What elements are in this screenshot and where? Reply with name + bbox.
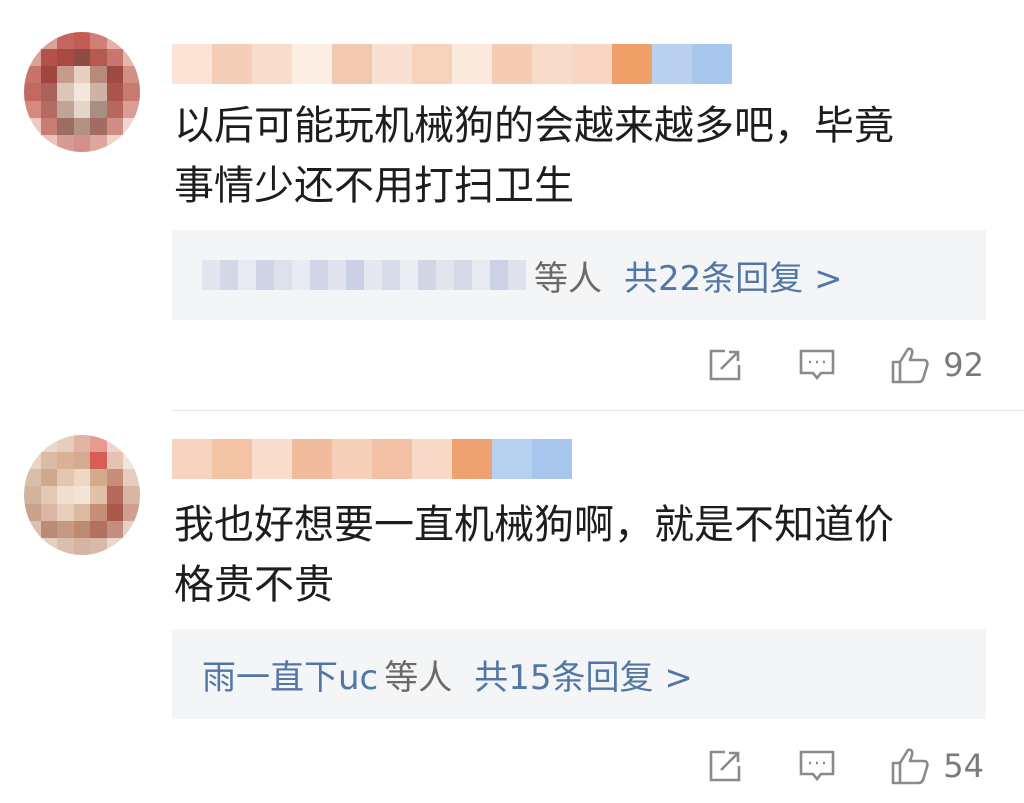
comment-text: 以后可能玩机械狗的会越来越多吧，毕竟 事情少还不用打扫卫生 — [174, 96, 974, 216]
comment-button[interactable] — [797, 345, 837, 385]
like-count: 92 — [943, 346, 984, 384]
comment-item: 以后可能玩机械狗的会越来越多吧，毕竟 事情少还不用打扫卫生 等人 共22条回复 … — [0, 0, 1024, 410]
avatar[interactable] — [24, 32, 140, 152]
username-blurred[interactable] — [172, 439, 572, 479]
share-icon — [709, 349, 741, 381]
comment-item: 我也好想要一直机械狗啊，就是不知道价 格贵不贵 雨一直下uc 等人 共15条回复… — [0, 411, 1024, 803]
comment-text: 我也好想要一直机械狗啊，就是不知道价 格贵不贵 — [174, 495, 974, 615]
reply-total-link[interactable]: 共15条回复 > — [474, 650, 693, 699]
reply-names[interactable]: 雨一直下uc — [202, 650, 378, 699]
like-button[interactable]: 54 — [889, 745, 984, 787]
comment-actions: 54 — [705, 741, 984, 791]
share-icon — [709, 750, 741, 782]
replies-summary[interactable]: 等人 共22条回复 > — [172, 230, 986, 320]
replies-summary[interactable]: 雨一直下uc 等人 共15条回复 > — [172, 629, 986, 719]
avatar[interactable] — [24, 435, 140, 555]
share-button[interactable] — [705, 345, 745, 385]
comment-icon — [799, 750, 835, 782]
share-button[interactable] — [705, 746, 745, 786]
comment-icon — [799, 349, 835, 381]
reply-suffix: 等人 — [384, 657, 453, 698]
comment-text-line: 我也好想要一直机械狗啊，就是不知道价 — [174, 502, 894, 548]
username-blurred[interactable] — [172, 44, 732, 84]
thumbs-up-icon — [891, 748, 929, 785]
comment-text-line: 以后可能玩机械狗的会越来越多吧，毕竟 — [174, 103, 894, 149]
reply-names-blurred — [202, 260, 526, 290]
reply-suffix: 等人 — [534, 258, 602, 299]
like-count: 54 — [943, 747, 984, 785]
comment-actions: 92 — [705, 340, 984, 390]
comment-text-line: 格贵不贵 — [174, 562, 334, 608]
comment-button[interactable] — [797, 746, 837, 786]
like-button[interactable]: 92 — [889, 344, 984, 386]
thumbs-up-icon — [891, 347, 929, 384]
comment-text-line: 事情少还不用打扫卫生 — [174, 163, 574, 209]
reply-total-link[interactable]: 共22条回复 > — [624, 251, 843, 300]
